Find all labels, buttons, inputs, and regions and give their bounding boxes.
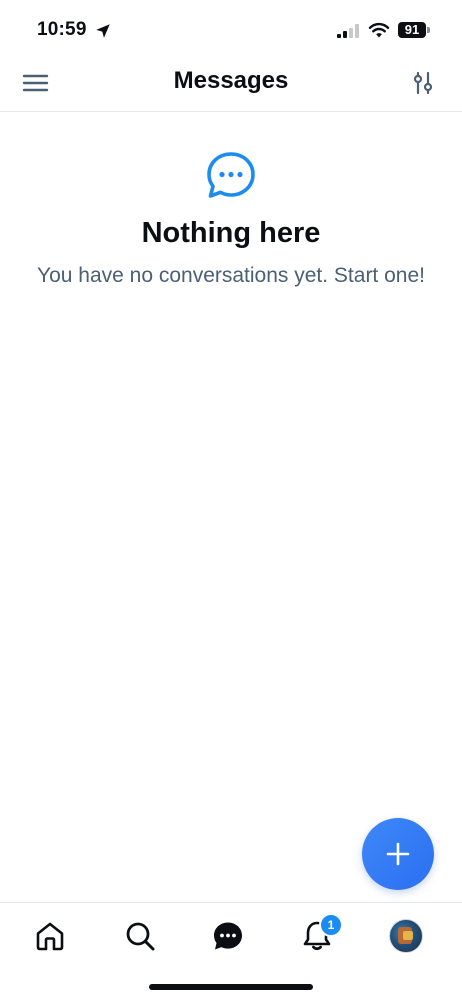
filter-settings-icon bbox=[413, 71, 433, 95]
battery-level: 91 bbox=[404, 22, 420, 37]
nav-search[interactable] bbox=[123, 919, 157, 953]
chat-bubble-icon bbox=[207, 152, 255, 198]
avatar-image-highlight bbox=[403, 931, 413, 940]
cellular-signal-icon bbox=[337, 24, 359, 38]
status-time: 10:59 bbox=[37, 19, 87, 40]
page-title: Messages bbox=[173, 67, 289, 94]
plus-icon bbox=[386, 842, 410, 866]
wifi-icon bbox=[368, 22, 390, 38]
header: Messages bbox=[0, 56, 462, 112]
empty-state-title: Nothing here bbox=[141, 217, 321, 249]
nav-profile[interactable] bbox=[389, 919, 423, 953]
chat-bubble-icon bbox=[214, 922, 242, 950]
empty-state-subtitle: You have no conversations yet. Start one… bbox=[37, 264, 425, 287]
status-bar: 10:59 91 bbox=[0, 0, 462, 60]
location-arrow-icon bbox=[96, 24, 110, 38]
nav-messages[interactable] bbox=[211, 919, 245, 953]
nav-notifications[interactable]: 1 bbox=[300, 913, 343, 953]
notification-badge: 1 bbox=[319, 913, 343, 937]
battery-icon: 91 bbox=[398, 22, 426, 38]
battery-indicator: 91 bbox=[398, 22, 430, 38]
new-message-button[interactable] bbox=[362, 818, 434, 890]
avatar bbox=[389, 919, 423, 953]
nav-home[interactable] bbox=[33, 919, 67, 953]
home-indicator bbox=[149, 984, 313, 990]
filter-settings-button[interactable] bbox=[409, 69, 437, 97]
messages-screen: 10:59 91 Messages Nothing here You have … bbox=[0, 0, 462, 1000]
battery-cap bbox=[427, 27, 430, 33]
home-icon bbox=[36, 922, 64, 951]
search-icon bbox=[126, 922, 155, 951]
